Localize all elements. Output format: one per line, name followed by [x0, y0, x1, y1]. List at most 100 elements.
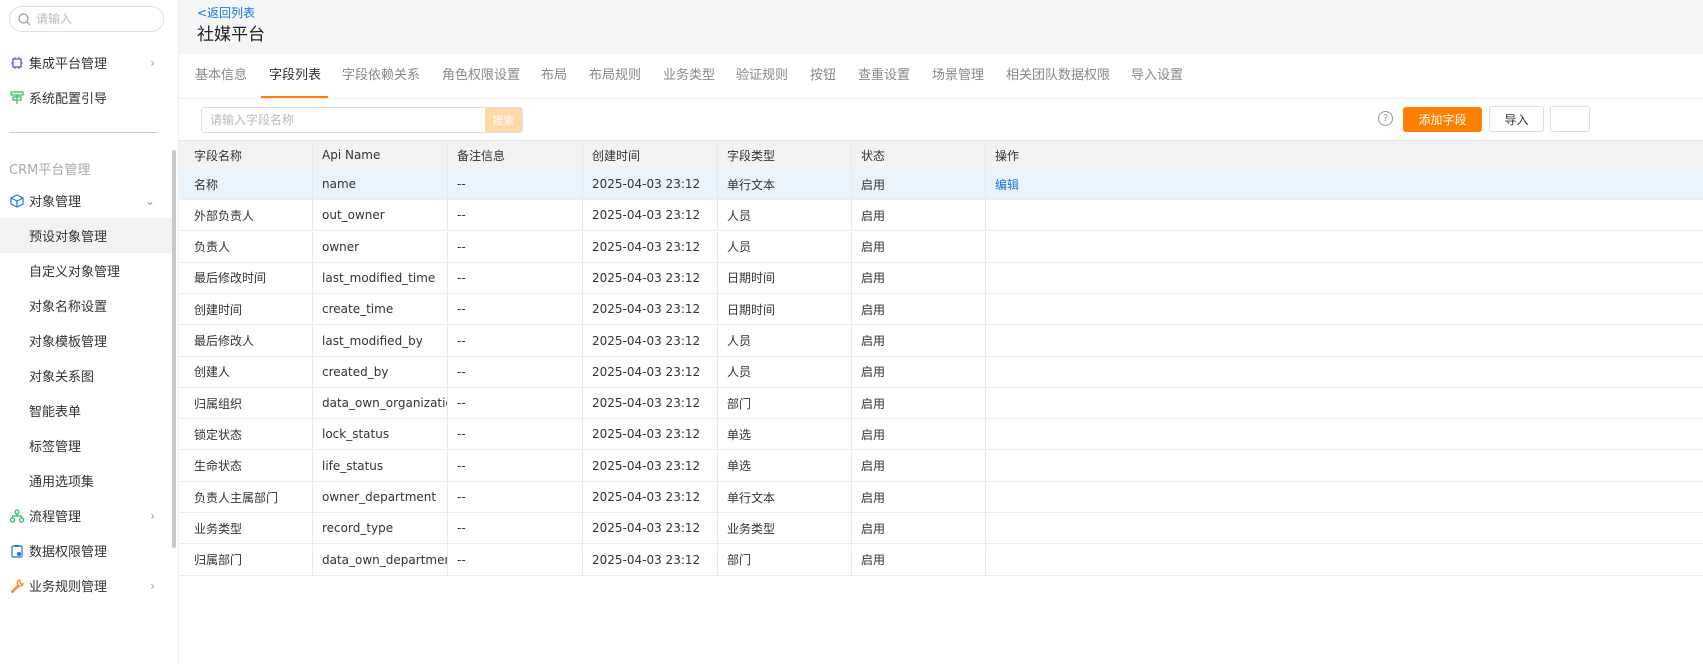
- search-button[interactable]: 搜索: [485, 108, 522, 132]
- table-cell: 最后修改时间: [185, 262, 313, 293]
- back-to-list-link[interactable]: <返回列表: [197, 4, 255, 21]
- sidebar-subitem-custom-objects[interactable]: 自定义对象管理: [0, 253, 175, 288]
- table-cell: [986, 357, 1703, 387]
- table-cell: owner_department: [313, 482, 448, 512]
- tab-validation-rules[interactable]: 验证规则: [736, 54, 788, 99]
- field-search-input[interactable]: [202, 108, 485, 132]
- table-cell: 2025-04-03 23:12: [583, 356, 718, 387]
- table-header: 字段名称 Api Name 备注信息 创建时间 字段类型 状态 操作: [179, 140, 1703, 169]
- sidebar-item-flow-mgmt[interactable]: 流程管理 ›: [0, 498, 175, 533]
- tab-field-dependencies[interactable]: 字段依赖关系: [342, 54, 420, 99]
- sidebar-item-object-mgmt[interactable]: 对象管理 ⌄: [0, 183, 175, 218]
- sidebar-item-integration[interactable]: 集成平台管理 ›: [0, 45, 175, 80]
- sidebar-item-label: 系统配置引导: [29, 92, 108, 107]
- sidebar-subitem-label: 通用选项集: [29, 475, 95, 490]
- table-cell: 部门: [718, 388, 852, 419]
- table-row[interactable]: 最后修改时间 last_modified_time -- 2025-04-03 23:…: [179, 262, 1703, 294]
- table-row[interactable]: 创建时间 create_time -- 2025-04-03 23:12 日期时间 启用: [179, 294, 1703, 326]
- column-header: 备注信息: [448, 141, 583, 169]
- more-button[interactable]: [1550, 106, 1590, 132]
- flow-icon: [10, 508, 24, 523]
- tab-import-settings[interactable]: 导入设置: [1131, 54, 1183, 99]
- table-cell: [986, 482, 1703, 512]
- sidebar-item-data-permission[interactable]: 数据权限管理: [0, 533, 175, 568]
- table-row[interactable]: 最后修改人 last_modified_by -- 2025-04-03 23:12 人…: [179, 325, 1703, 357]
- table-cell: 外部负责人: [185, 200, 313, 231]
- table-cell: --: [448, 419, 583, 450]
- table-cell: --: [448, 356, 583, 387]
- tab-basic-info[interactable]: 基本信息: [195, 54, 247, 99]
- chevron-right-icon: ›: [150, 56, 155, 70]
- table-cell: 2025-04-03 23:12: [583, 544, 718, 575]
- edit-link[interactable]: 编辑: [995, 176, 1019, 193]
- tab-buttons[interactable]: 按钮: [810, 54, 836, 99]
- column-header: 状态: [852, 141, 986, 169]
- table-row[interactable]: 业务类型 record_type -- 2025-04-03 23:12 业务类型 启用: [179, 513, 1703, 545]
- table-cell: --: [448, 513, 583, 544]
- table-cell: [986, 388, 1703, 418]
- sidebar-item-business-rules[interactable]: 业务规则管理 ›: [0, 568, 175, 603]
- table-row[interactable]: 生命状态 life_status -- 2025-04-03 23:12 单选 启用: [179, 450, 1703, 482]
- table-cell: --: [448, 169, 583, 199]
- chevron-right-icon: ›: [150, 509, 155, 523]
- sidebar-item-label: 对象管理: [29, 195, 82, 210]
- sidebar-subitem-preset-objects[interactable]: 预设对象管理: [0, 218, 175, 253]
- sidebar-subitem-smart-forms[interactable]: 智能表单: [0, 393, 175, 428]
- help-icon[interactable]: ?: [1378, 111, 1393, 126]
- sidebar-search[interactable]: [9, 6, 164, 32]
- table-cell: 最后修改人: [185, 325, 313, 356]
- table-cell: 启用: [852, 262, 986, 293]
- sidebar-subitem-object-name-settings[interactable]: 对象名称设置: [0, 288, 175, 323]
- tab-team-data-permissions[interactable]: 相关团队数据权限: [1006, 54, 1110, 99]
- tab-field-list[interactable]: 字段列表: [269, 54, 321, 99]
- table-cell: life_status: [313, 450, 448, 481]
- integration-icon: [10, 56, 24, 70]
- table-row[interactable]: 归属部门 data_own_department -- 2025-04-03 23:1…: [179, 544, 1703, 576]
- sidebar-subitem-option-sets[interactable]: 通用选项集: [0, 463, 175, 498]
- active-tab-indicator: [261, 96, 328, 98]
- tab-scene-mgmt[interactable]: 场景管理: [932, 54, 984, 99]
- sidebar-subitem-object-relation-graph[interactable]: 对象关系图: [0, 358, 175, 393]
- table-row[interactable]: 归属组织 data_own_organization -- 2025-04-03 23…: [179, 388, 1703, 420]
- sidebar-subitem-tag-mgmt[interactable]: 标签管理: [0, 428, 175, 463]
- table-cell: 名称: [185, 169, 313, 199]
- table-row[interactable]: 负责人主属部门 owner_department -- 2025-04-03 23:1…: [179, 482, 1703, 513]
- sidebar-item-label: 集成平台管理: [29, 57, 108, 72]
- column-header: 字段类型: [718, 141, 852, 169]
- sidebar-item-label: 数据权限管理: [29, 545, 108, 560]
- table-cell: 启用: [852, 388, 986, 419]
- import-button[interactable]: 导入: [1489, 106, 1544, 132]
- table-row[interactable]: 创建人 created_by -- 2025-04-03 23:12 人员 启用: [179, 356, 1703, 388]
- table-row[interactable]: 锁定状态 lock_status -- 2025-04-03 23:12 单选 启用: [179, 419, 1703, 451]
- table-cell: 负责人主属部门: [185, 482, 313, 512]
- sidebar-scrollbar[interactable]: [172, 150, 176, 548]
- table-cell: --: [448, 544, 583, 575]
- table-cell: 锁定状态: [185, 419, 313, 450]
- wrench-icon: [10, 578, 24, 593]
- tab-business-types[interactable]: 业务类型: [663, 54, 715, 99]
- sidebar-subitem-object-templates[interactable]: 对象模板管理: [0, 323, 175, 358]
- sidebar-item-label: 流程管理: [29, 510, 82, 525]
- sidebar: 集成平台管理 › 系统配置引导 CRM平台管理 对象管理 ⌄ 预设对象管理 自定…: [0, 0, 179, 664]
- tab-dedup-settings[interactable]: 查重设置: [858, 54, 910, 99]
- table-cell: lock_status: [313, 419, 448, 450]
- tab-layout[interactable]: 布局: [541, 54, 567, 99]
- sidebar-item-guide[interactable]: 系统配置引导: [0, 80, 175, 115]
- table-cell: 业务类型: [185, 513, 313, 544]
- sidebar-search-input[interactable]: [36, 12, 146, 26]
- table-cell: 归属组织: [185, 388, 313, 419]
- tab-layout-rules[interactable]: 布局规则: [589, 54, 641, 99]
- table-row[interactable]: 名称 name -- 2025-04-03 23:12 单行文本 启用 编辑: [179, 169, 1703, 200]
- table-row[interactable]: 外部负责人 out_owner -- 2025-04-03 23:12 人员 启用: [179, 200, 1703, 232]
- table-cell: 启用: [852, 419, 986, 450]
- tab-role-permissions[interactable]: 角色权限设置: [442, 54, 520, 99]
- table-row[interactable]: 负责人 owner -- 2025-04-03 23:12 人员 启用: [179, 231, 1703, 263]
- table-cell: data_own_organization: [313, 388, 448, 419]
- table-cell: [986, 232, 1703, 262]
- table-cell: 2025-04-03 23:12: [583, 294, 718, 325]
- table-cell: 人员: [718, 200, 852, 231]
- add-field-button[interactable]: 添加字段: [1403, 107, 1482, 132]
- cube-icon: [10, 193, 24, 208]
- page-header: <返回列表 社媒平台: [179, 0, 1703, 54]
- sidebar-subitem-label: 自定义对象管理: [29, 265, 121, 280]
